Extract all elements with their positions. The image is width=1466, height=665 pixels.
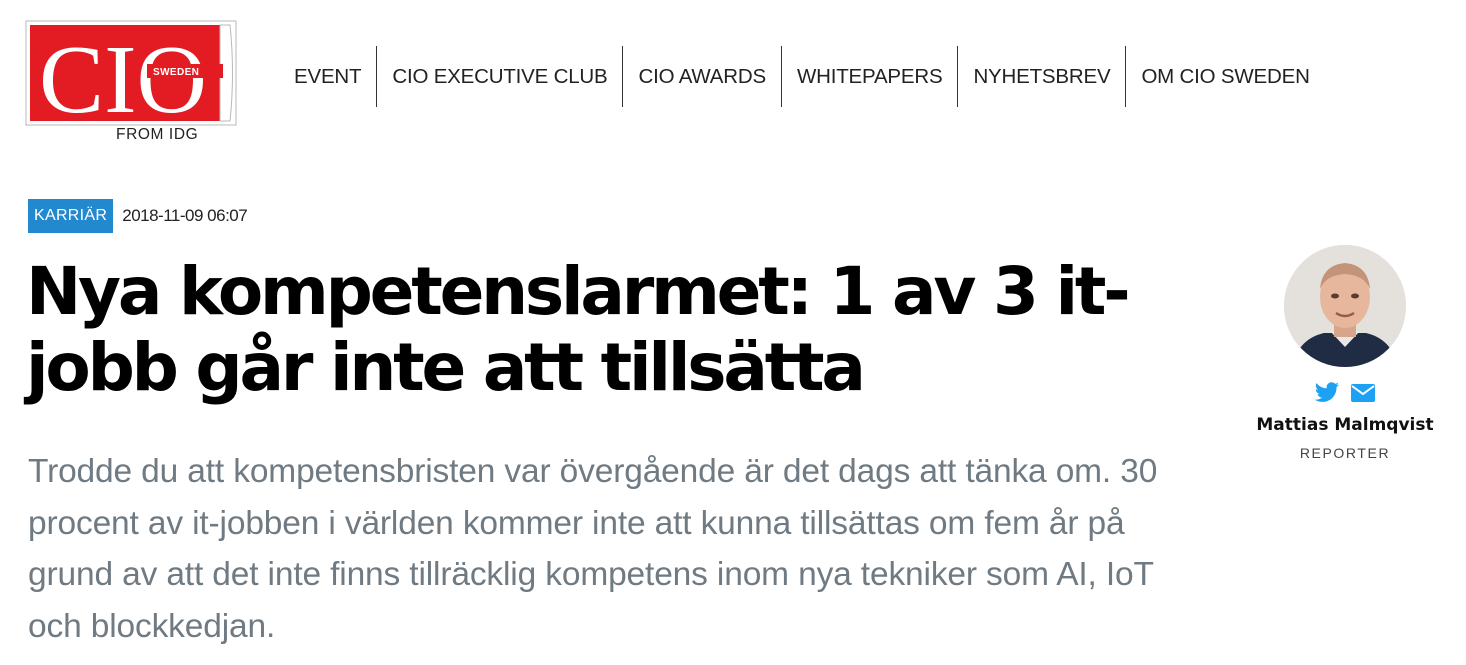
mail-icon[interactable] xyxy=(1350,381,1376,405)
twitter-icon[interactable] xyxy=(1314,381,1340,405)
author-name[interactable]: Mattias Malmqvist xyxy=(1240,415,1450,435)
author-photo-illustration xyxy=(1284,245,1406,367)
nav-item-event[interactable]: EVENT xyxy=(279,46,376,107)
nav-item-whitepapers[interactable]: WHITEPAPERS xyxy=(780,46,958,107)
nav-item-cio-awards[interactable]: CIO AWARDS xyxy=(622,46,780,107)
cio-logo-graphic: CIO SWEDEN xyxy=(25,20,237,126)
logo-subtitle: FROM IDG xyxy=(116,126,199,143)
author-social xyxy=(1240,381,1450,405)
article-headline: Nya kompetenslarmet: 1 av 3 it-jobb går … xyxy=(26,253,1131,406)
site-logo[interactable]: CIO SWEDEN FROM IDG xyxy=(25,20,237,144)
nav-item-om-cio-sweden[interactable]: OM CIO SWEDEN xyxy=(1125,46,1324,107)
author-role: REPORTER xyxy=(1299,445,1391,461)
nav-item-cio-executive-club[interactable]: CIO EXECUTIVE CLUB xyxy=(376,46,622,107)
author-avatar[interactable] xyxy=(1284,245,1406,367)
publish-date: 2018-11-09 06:07 xyxy=(122,206,248,225)
article-lead: Trodde du att kompetensbristen var överg… xyxy=(28,453,1158,645)
author-box: Mattias Malmqvist REPORTER xyxy=(1240,245,1450,461)
logo-badge: SWEDEN xyxy=(153,67,199,78)
nav-item-nyhetsbrev[interactable]: NYHETSBREV xyxy=(957,46,1125,107)
category-badge[interactable]: KARRIÄR xyxy=(28,199,114,233)
article-meta: KARRIÄR 2018-11-09 06:07 xyxy=(28,199,248,233)
main-nav: EVENT CIO EXECUTIVE CLUB CIO AWARDS WHIT… xyxy=(279,46,1325,107)
